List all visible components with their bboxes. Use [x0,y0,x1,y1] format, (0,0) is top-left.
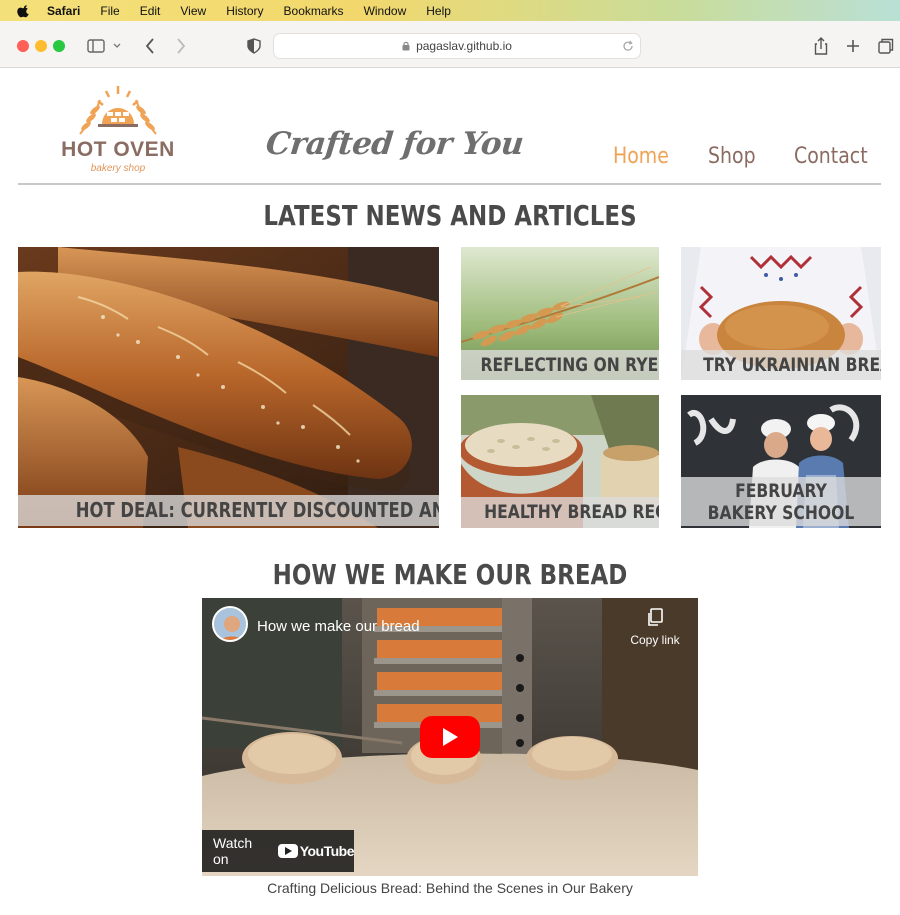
browser-toolbar: pagaslav.github.io [0,21,900,68]
nav-shop[interactable]: Shop [708,144,756,169]
share-icon[interactable] [810,35,832,57]
video-title[interactable]: How we make our bread [257,618,420,635]
news-card-hot-deal[interactable]: HOT DEAL: CURRENTLY DISCOUNTED AND POPUL… [18,247,439,528]
reload-icon[interactable] [622,40,634,52]
site-tagline: Crafted for You [264,126,526,162]
news-card-bakery-school[interactable]: FEBRUARY BAKERY SCHOOL [681,395,881,528]
minimize-window-button[interactable] [35,40,47,52]
youtube-play-icon [277,844,298,858]
forward-icon[interactable] [170,35,192,57]
youtube-wordmark: YouTube [299,843,355,859]
nav-home[interactable]: Home [613,144,669,169]
logo-title: HOT OVEN [61,138,175,161]
privacy-shield-icon[interactable] [243,35,265,57]
menu-safari[interactable]: Safari [47,4,80,18]
menu-view[interactable]: View [180,4,206,18]
site-logo[interactable]: HOT OVEN bakery shop [60,82,176,174]
news-card-caption: TRY UKRAINIAN BREAD [681,350,881,380]
baguettes-image [18,247,439,528]
menu-bookmarks[interactable]: Bookmarks [284,4,344,18]
news-card-caption: HEALTHY BREAD RECIPE [461,497,659,528]
news-card-rye[interactable]: REFLECTING ON RYE [461,247,659,380]
site-header: HOT OVEN bakery shop Crafted for You Hom… [18,68,881,185]
macos-menubar: Safari File Edit View History Bookmarks … [0,0,900,21]
menu-window[interactable]: Window [364,4,407,18]
news-card-ukrainian-bread[interactable]: TRY UKRAINIAN BREAD [681,247,881,380]
close-window-button[interactable] [17,40,29,52]
apple-icon[interactable] [17,4,31,18]
bakery-logo-icon [79,86,157,135]
video-section-heading: HOW WE MAKE OUR BREAD [272,558,628,591]
tab-overview-icon[interactable] [875,35,897,57]
youtube-logo: YouTube [277,843,355,859]
back-icon[interactable] [139,35,161,57]
web-page: HOT OVEN bakery shop Crafted for You Hom… [0,68,900,915]
copy-icon [648,608,663,626]
watch-on-label: Watch on [213,835,253,867]
news-card-caption: HOT DEAL: CURRENTLY DISCOUNTED AND POPUL… [18,495,439,526]
menu-edit[interactable]: Edit [140,4,161,18]
nav-contact[interactable]: Contact [794,144,868,169]
menu-file[interactable]: File [100,4,119,18]
news-heading: LATEST NEWS AND ARTICLES [263,199,637,232]
play-button[interactable] [420,716,480,758]
news-card-caption: REFLECTING ON RYE [461,350,659,380]
video-caption: Crafting Delicious Bread: Behind the Sce… [267,880,633,896]
url-text: pagaslav.github.io [416,39,512,53]
lock-icon [402,41,410,51]
watch-on-youtube-button[interactable]: Watch on YouTube [202,830,355,872]
play-icon [443,728,458,746]
menu-history[interactable]: History [226,4,263,18]
logo-subtitle: bakery shop [90,163,146,174]
news-card-healthy-recipe[interactable]: HEALTHY BREAD RECIPE [461,395,659,528]
menu-help[interactable]: Help [426,4,451,18]
zoom-window-button[interactable] [53,40,65,52]
embedded-video-player[interactable]: How we make our bread Copy link Watch on… [202,598,698,876]
new-tab-icon[interactable] [842,35,864,57]
copy-link-button[interactable]: Copy link [627,608,683,647]
copy-link-label: Copy link [630,633,680,647]
sidebar-toggle-icon[interactable] [85,35,107,57]
channel-avatar[interactable] [212,606,248,642]
chevron-down-icon[interactable] [110,35,124,57]
news-card-caption: FEBRUARY BAKERY SCHOOL [681,477,881,526]
address-bar[interactable]: pagaslav.github.io [273,33,641,59]
